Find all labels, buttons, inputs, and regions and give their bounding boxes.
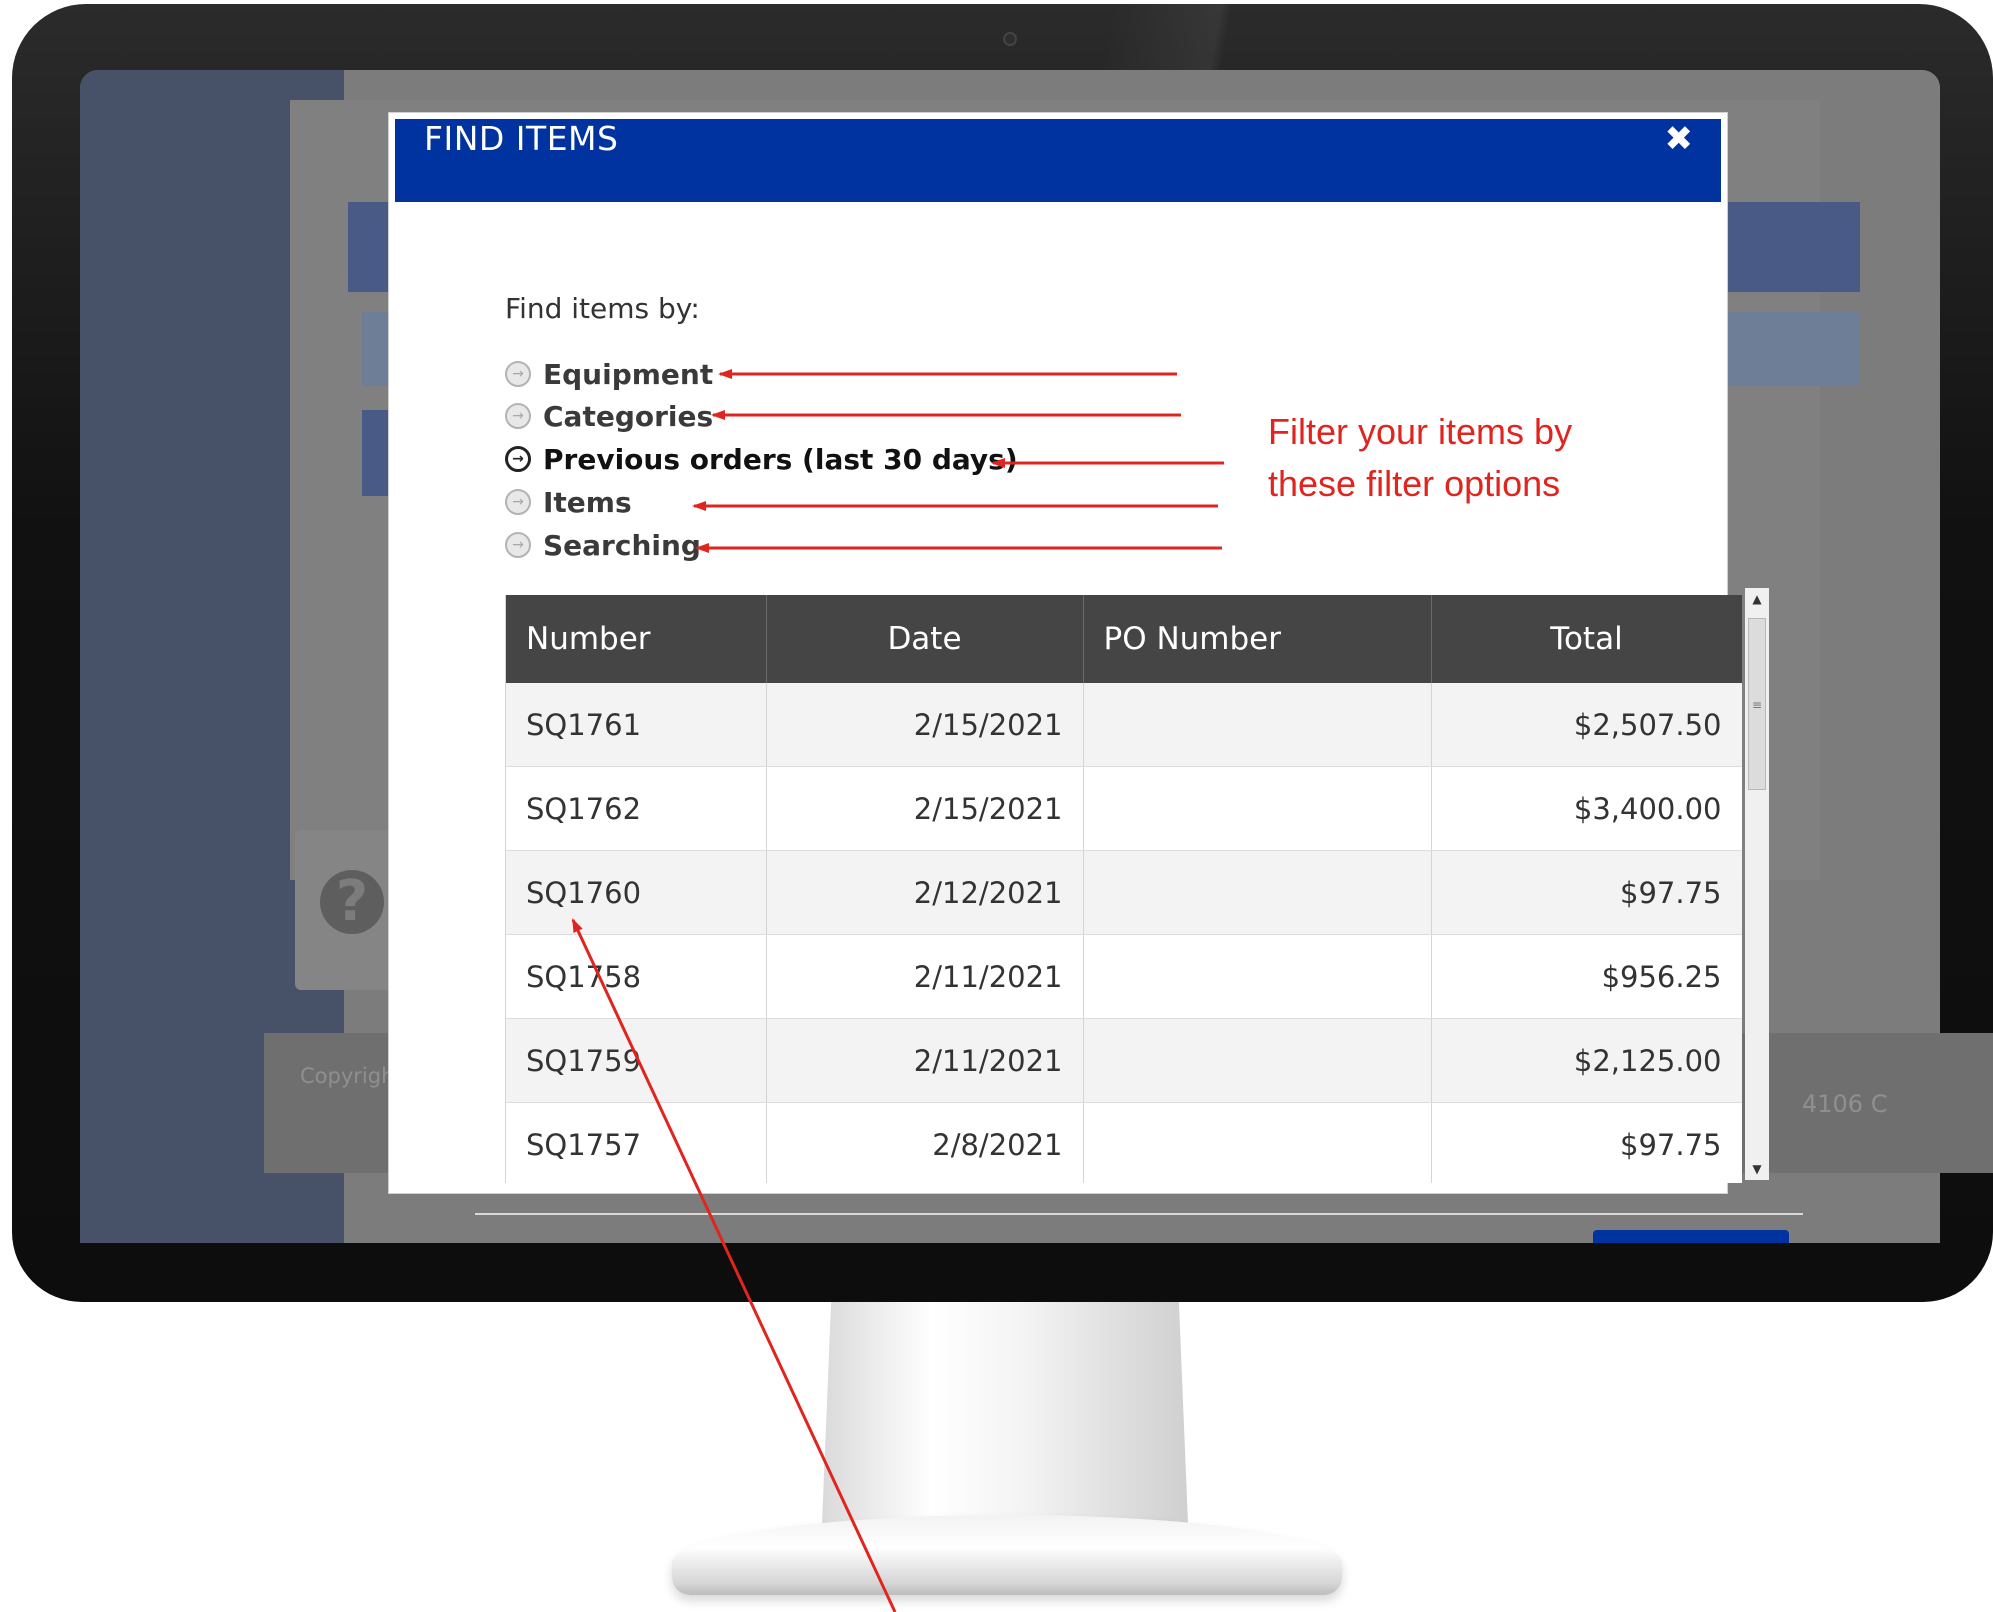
cell-total: $956.25	[1431, 934, 1742, 1019]
radio-icon[interactable]: →	[505, 489, 531, 515]
table-row[interactable]: SQ1762 2/15/2021 $3,400.00	[506, 766, 1742, 851]
table-row[interactable]: SQ1761 2/15/2021 $2,507.50	[506, 683, 1742, 767]
cell-total: $2,507.50	[1431, 683, 1742, 767]
cell-date: 2/12/2021	[766, 850, 1084, 935]
cell-total: $97.75	[1431, 1102, 1742, 1183]
modal-footer-divider	[475, 1213, 1803, 1215]
question-icon: ?	[320, 870, 384, 934]
scroll-down-icon[interactable]: ▼	[1745, 1158, 1769, 1180]
cell-po-number	[1083, 1102, 1432, 1183]
column-header-total[interactable]: Total	[1431, 595, 1742, 683]
cell-number: SQ1760	[506, 850, 767, 935]
orders-table: Number Date PO Number Total SQ1761 2/15/…	[506, 595, 1742, 1183]
scroll-up-icon[interactable]: ▲	[1745, 588, 1769, 610]
filter-label: Equipment	[543, 357, 714, 391]
close-icon[interactable]: ✖	[1665, 119, 1694, 159]
scroll-thumb[interactable]: ≡	[1748, 618, 1766, 790]
cell-po-number	[1083, 850, 1432, 935]
table-row[interactable]: SQ1758 2/11/2021 $956.25	[506, 934, 1742, 1019]
table-scrollbar[interactable]: ▲ ≡ ▼	[1745, 588, 1769, 1180]
cell-date: 2/11/2021	[766, 934, 1084, 1019]
table-row[interactable]: SQ1759 2/11/2021 $2,125.00	[506, 1018, 1742, 1103]
cell-date: 2/8/2021	[766, 1102, 1084, 1183]
cell-number: SQ1762	[506, 766, 767, 851]
radio-selected-icon[interactable]: →	[505, 446, 531, 472]
filter-option-searching[interactable]: → Searching	[505, 527, 701, 563]
table-header-row: Number Date PO Number Total	[506, 595, 1742, 683]
cell-number: SQ1757	[506, 1102, 767, 1183]
table-row[interactable]: SQ1757 2/8/2021 $97.75	[506, 1102, 1742, 1183]
camera-icon	[1003, 32, 1017, 46]
cell-number: SQ1758	[506, 934, 767, 1019]
modal-footer-button[interactable]	[1593, 1230, 1789, 1243]
table-row[interactable]: SQ1760 2/12/2021 $97.75	[506, 850, 1742, 935]
filter-label: Searching	[543, 528, 701, 562]
cell-po-number	[1083, 1018, 1432, 1103]
radio-icon[interactable]: →	[505, 532, 531, 558]
footer-right-text: 4106 C	[1802, 1090, 1888, 1118]
cell-number: SQ1759	[506, 1018, 767, 1103]
radio-icon[interactable]: →	[505, 361, 531, 387]
orders-table-container[interactable]: Number Date PO Number Total SQ1761 2/15/…	[505, 595, 1742, 1183]
footer-copyright: Copyright reserved 16.1.823	[300, 1064, 390, 1088]
cell-po-number	[1083, 683, 1432, 767]
cell-total: $2,125.00	[1431, 1018, 1742, 1103]
filter-label: Categories	[543, 399, 714, 433]
cell-po-number	[1083, 934, 1432, 1019]
column-header-po-number[interactable]: PO Number	[1083, 595, 1432, 683]
column-header-date[interactable]: Date	[766, 595, 1084, 683]
cell-date: 2/15/2021	[766, 683, 1084, 767]
filter-option-equipment[interactable]: → Equipment	[505, 356, 713, 392]
cell-date: 2/11/2021	[766, 1018, 1084, 1103]
column-header-number[interactable]: Number	[506, 595, 767, 683]
find-by-label: Find items by:	[505, 292, 700, 325]
cell-total: $97.75	[1431, 850, 1742, 935]
annotation-note: Filter your items by these filter option…	[1268, 411, 1573, 504]
filter-option-categories[interactable]: → Categories	[505, 398, 713, 434]
cell-po-number	[1083, 766, 1432, 851]
monitor-stand-base	[672, 1515, 1342, 1595]
filter-label: Items	[543, 485, 632, 519]
radio-icon[interactable]: →	[505, 403, 531, 429]
cell-date: 2/15/2021	[766, 766, 1084, 851]
cell-total: $3,400.00	[1431, 766, 1742, 851]
filter-label: Previous orders (last 30 days)	[543, 442, 1018, 476]
filter-option-previous-orders[interactable]: → Previous orders (last 30 days)	[505, 441, 1018, 477]
modal-title: FIND ITEMS	[424, 119, 619, 158]
modal-header: FIND ITEMS ✖	[395, 119, 1721, 202]
filter-option-items[interactable]: → Items	[505, 484, 632, 520]
cell-number: SQ1761	[506, 683, 767, 767]
